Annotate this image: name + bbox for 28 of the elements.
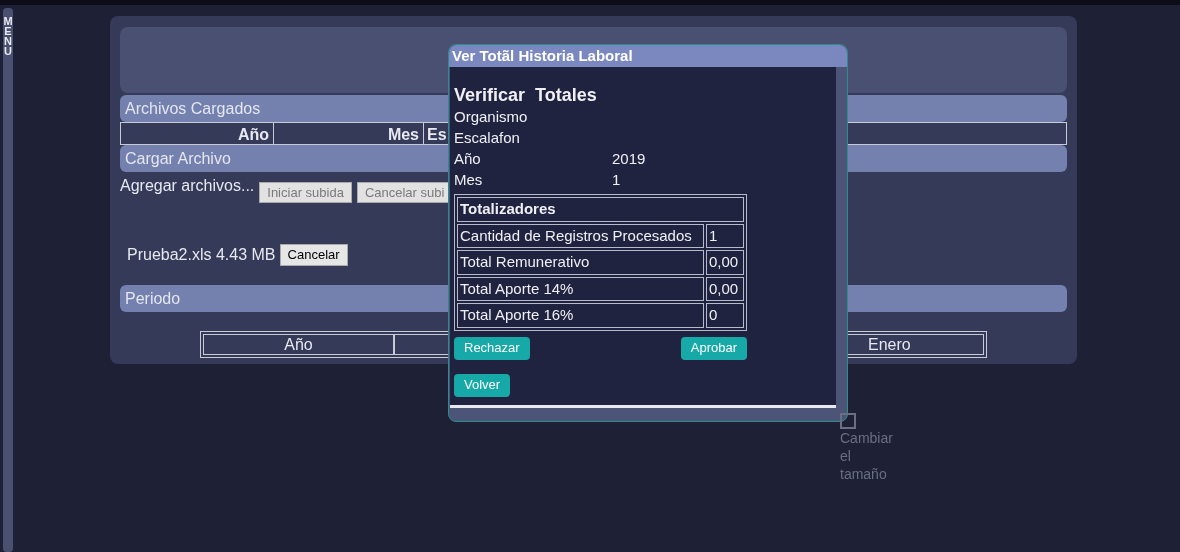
column-header: Mes — [274, 123, 424, 144]
table-cell: Cantidad de Registros Procesados — [457, 223, 704, 248]
table-cell: Total Remunerativo — [457, 250, 704, 275]
table-cell: Total Aporte 16% — [457, 303, 704, 328]
file-info: Prueba2.xls 4.43 MB — [127, 245, 276, 265]
column-header: Año — [121, 123, 274, 144]
field-value: 1 — [612, 170, 621, 191]
back-button[interactable]: Volver — [454, 373, 511, 397]
table-cell: Total Aporte 14% — [457, 276, 704, 301]
field-label: Mes — [454, 170, 484, 191]
table-cell: Año — [203, 334, 394, 355]
reject-button[interactable]: Rechazar — [454, 336, 530, 360]
table-title: Totalizadores — [457, 197, 744, 222]
table-cell: 0,00 — [706, 250, 744, 275]
table-cell: 1 — [706, 223, 744, 248]
table-cell: 0 — [706, 303, 744, 328]
resize-label: Cambiar el tamaño — [840, 429, 892, 483]
table-cell: Enero — [847, 334, 984, 355]
field-value: 2019 — [612, 149, 646, 170]
cancel-button[interactable]: Cancelar — [279, 244, 348, 266]
resize-handle[interactable] — [840, 413, 856, 429]
dialog-title[interactable]: Ver Totãl Historia Laboral — [449, 45, 847, 67]
approve-button[interactable]: Aprobar — [680, 336, 747, 360]
column-header: Es — [426, 125, 447, 144]
table-cell: 0,00 — [706, 276, 744, 301]
side-menu[interactable]: M E N U — [3, 8, 13, 552]
field-label: Año — [454, 149, 482, 170]
add-files-label[interactable]: Agregar archivos... — [120, 174, 255, 198]
